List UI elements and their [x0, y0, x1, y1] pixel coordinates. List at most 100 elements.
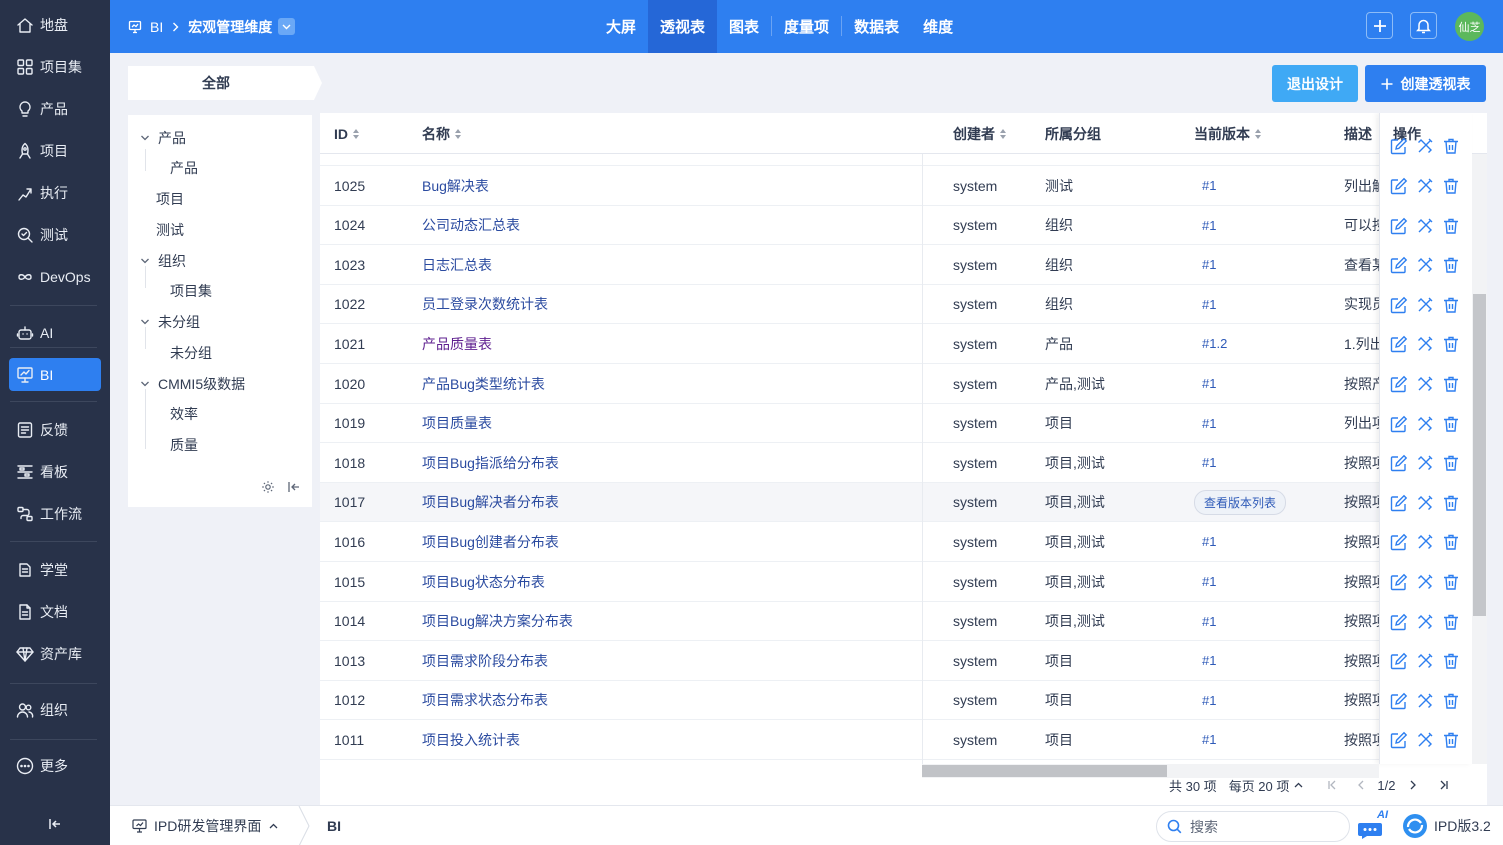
- pager-per-page[interactable]: 每页 20 项: [1229, 776, 1304, 795]
- tree-node[interactable]: 项目: [156, 189, 184, 209]
- table-row[interactable]: 1019 项目质量表 system 项目 #1 列出项: [320, 404, 1487, 444]
- nav-item-11[interactable]: 工作流: [9, 497, 101, 530]
- design-tools-icon[interactable]: [1416, 652, 1434, 670]
- cell-name-link[interactable]: 项目Bug状态分布表: [422, 562, 545, 601]
- nav-item-15[interactable]: 组织: [9, 693, 101, 726]
- tab-4[interactable]: 数据表: [842, 0, 911, 53]
- cell-name-link[interactable]: 项目需求状态分布表: [422, 681, 548, 720]
- trash-icon[interactable]: [1442, 415, 1460, 433]
- version-link[interactable]: #1: [1202, 218, 1216, 233]
- edit-icon[interactable]: [1390, 137, 1408, 155]
- cell-name-link[interactable]: 员工登录次数统计表: [422, 285, 548, 324]
- last-page-icon[interactable]: [1439, 780, 1449, 790]
- tree-node[interactable]: 质量: [170, 435, 198, 455]
- table-row[interactable]: 1015 项目Bug状态分布表 system 项目,测试 #1 按照项: [320, 562, 1487, 602]
- category-tab-all[interactable]: 全部: [128, 66, 322, 100]
- version-link[interactable]: #1: [1202, 614, 1216, 629]
- edit-icon[interactable]: [1390, 454, 1408, 472]
- dimension-title[interactable]: 宏观管理维度: [188, 17, 272, 37]
- design-tools-icon[interactable]: [1416, 573, 1434, 591]
- cell-name-link[interactable]: 产品质量表: [422, 324, 492, 363]
- nav-item-12[interactable]: 学堂: [9, 553, 101, 586]
- edit-icon[interactable]: [1390, 415, 1408, 433]
- cell-name-link[interactable]: 日志汇总表: [422, 245, 492, 284]
- nav-item-9[interactable]: 反馈: [9, 413, 101, 446]
- version-link[interactable]: #1: [1202, 178, 1216, 193]
- edit-icon[interactable]: [1390, 613, 1408, 631]
- trash-icon[interactable]: [1442, 533, 1460, 551]
- table-row[interactable]: 1012 项目需求状态分布表 system 项目 #1 按照项: [320, 681, 1487, 721]
- tree-node[interactable]: 产品: [140, 128, 186, 148]
- design-tools-icon[interactable]: [1416, 296, 1434, 314]
- table-row[interactable]: 1016 项目Bug创建者分布表 system 项目,测试 #1 按照项: [320, 522, 1487, 562]
- edit-icon[interactable]: [1390, 335, 1408, 353]
- trash-icon[interactable]: [1442, 613, 1460, 631]
- design-tools-icon[interactable]: [1416, 731, 1434, 749]
- nav-item-2[interactable]: 产品: [9, 92, 101, 125]
- design-tools-icon[interactable]: [1416, 415, 1434, 433]
- version-link[interactable]: #1: [1202, 653, 1216, 668]
- trash-icon[interactable]: [1442, 454, 1460, 472]
- table-row[interactable]: 1020 产品Bug类型统计表 system 产品,测试 #1 按照产: [320, 364, 1487, 404]
- version-link[interactable]: #1: [1202, 297, 1216, 312]
- design-tools-icon[interactable]: [1416, 494, 1434, 512]
- table-row[interactable]: 1017 项目Bug解决者分布表 system 项目,测试 查看版本列表 按照项: [320, 482, 1487, 523]
- version-link[interactable]: #1: [1202, 732, 1216, 747]
- cell-name-link[interactable]: 项目Bug解决方案分布表: [422, 602, 573, 641]
- dimension-dropdown[interactable]: [278, 18, 296, 35]
- cell-name-link[interactable]: 项目Bug解决者分布表: [422, 483, 559, 522]
- chevron-down-icon[interactable]: [140, 379, 150, 389]
- user-avatar[interactable]: 仙芝: [1455, 12, 1484, 41]
- trash-icon[interactable]: [1442, 692, 1460, 710]
- version-link[interactable]: #1: [1202, 376, 1216, 391]
- design-tools-icon[interactable]: [1416, 533, 1434, 551]
- global-search[interactable]: [1156, 811, 1350, 842]
- trash-icon[interactable]: [1442, 256, 1460, 274]
- nav-item-1[interactable]: 项目集: [9, 50, 101, 83]
- chevron-down-icon[interactable]: [140, 317, 150, 327]
- cell-name-link[interactable]: 产品Bug类型统计表: [422, 364, 545, 403]
- trash-icon[interactable]: [1442, 296, 1460, 314]
- column-version[interactable]: 当前版本: [1194, 113, 1262, 154]
- design-tools-icon[interactable]: [1416, 177, 1434, 195]
- cell-name-link[interactable]: 项目质量表: [422, 404, 492, 443]
- prev-page-icon[interactable]: [1357, 780, 1365, 790]
- edit-icon[interactable]: [1390, 652, 1408, 670]
- table-row[interactable]: 1024 公司动态汇总表 system 组织 #1 可以按: [320, 206, 1487, 246]
- design-tools-icon[interactable]: [1416, 137, 1434, 155]
- notification-button[interactable]: [1410, 12, 1437, 39]
- trash-icon[interactable]: [1442, 731, 1460, 749]
- edit-icon[interactable]: [1390, 731, 1408, 749]
- nav-item-7[interactable]: AI: [9, 316, 101, 349]
- edit-icon[interactable]: [1390, 692, 1408, 710]
- create-pivot-button[interactable]: 创建透视表: [1365, 65, 1486, 102]
- vertical-scrollbar[interactable]: [1472, 154, 1487, 764]
- tree-node[interactable]: 未分组: [170, 343, 212, 363]
- trash-icon[interactable]: [1442, 375, 1460, 393]
- nav-item-4[interactable]: 执行: [9, 176, 101, 209]
- edit-icon[interactable]: [1390, 217, 1408, 235]
- table-row[interactable]: 1013 项目需求阶段分布表 system 项目 #1 按照项: [320, 641, 1487, 681]
- app-switcher[interactable]: IPD研发管理界面: [132, 806, 278, 845]
- trash-icon[interactable]: [1442, 573, 1460, 591]
- tab-2[interactable]: 图表: [717, 0, 771, 53]
- design-tools-icon[interactable]: [1416, 454, 1434, 472]
- design-tools-icon[interactable]: [1416, 256, 1434, 274]
- trash-icon[interactable]: [1442, 217, 1460, 235]
- cell-name-link[interactable]: Bug解决表: [422, 166, 489, 205]
- table-row[interactable]: 1018 项目Bug指派给分布表 system 项目,测试 #1 按照项: [320, 443, 1487, 483]
- horizontal-scrollbar[interactable]: [922, 764, 1379, 778]
- nav-item-5[interactable]: 测试: [9, 218, 101, 251]
- tree-node[interactable]: 效率: [170, 404, 198, 424]
- column-id[interactable]: ID: [334, 113, 360, 154]
- search-input[interactable]: [1190, 818, 1330, 835]
- cell-name-link[interactable]: 公司动态汇总表: [422, 206, 520, 245]
- collapse-nav-button[interactable]: [46, 815, 64, 833]
- scrollbar-thumb[interactable]: [922, 765, 1167, 777]
- table-row[interactable]: 1021 产品质量表 system 产品 #1.2 1.列出: [320, 324, 1487, 364]
- first-page-icon[interactable]: [1327, 780, 1337, 790]
- cell-name-link[interactable]: 项目Bug指派给分布表: [422, 443, 559, 482]
- add-button[interactable]: [1366, 12, 1393, 39]
- design-tools-icon[interactable]: [1416, 335, 1434, 353]
- edit-icon[interactable]: [1390, 256, 1408, 274]
